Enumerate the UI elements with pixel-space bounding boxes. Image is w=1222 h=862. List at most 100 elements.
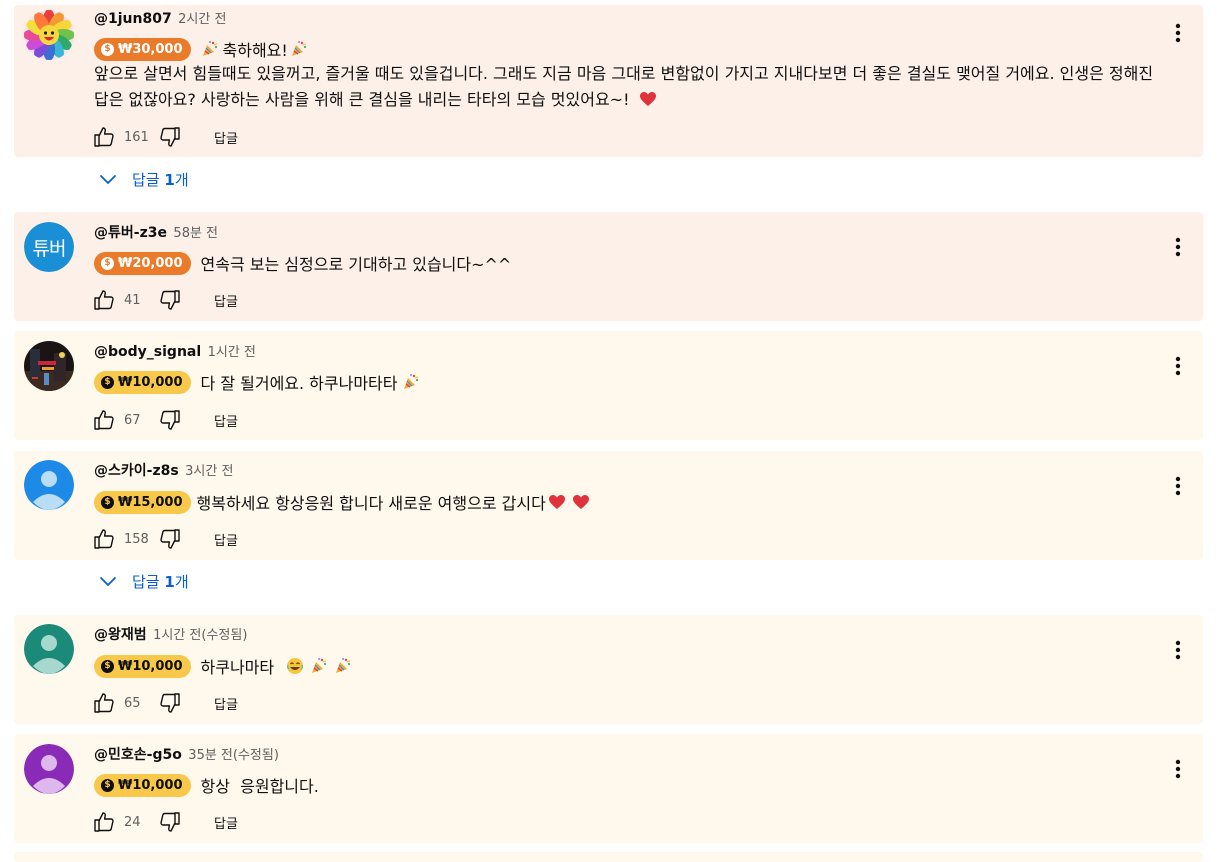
comment-header: @튜버-z3e 58분 전: [94, 224, 218, 243]
kebab-menu-icon[interactable]: [1168, 21, 1188, 45]
like-count: 161: [124, 129, 149, 145]
like-count: 65: [124, 695, 141, 711]
night-photo-avatar: [24, 341, 74, 391]
avatar[interactable]: [24, 460, 74, 510]
comment-time[interactable]: 1시간 전: [208, 345, 256, 360]
default-avatar-icon: [24, 460, 74, 510]
avatar[interactable]: [24, 341, 74, 391]
author-handle[interactable]: @왕재범: [94, 627, 147, 643]
comment-header: @body_signal 1시간 전: [94, 343, 256, 362]
like-count: 41: [124, 292, 141, 308]
comment-header: @왕재범 1시간 전(수정됨): [94, 626, 247, 645]
kebab-menu-icon[interactable]: [1168, 474, 1188, 498]
super-thanks-amount: ₩10,000: [118, 374, 183, 390]
author-handle[interactable]: @body_signal: [94, 344, 201, 360]
super-thanks-badge: $ ₩10,000: [94, 654, 191, 678]
author-handle[interactable]: @1jun807: [94, 11, 172, 27]
reply-button[interactable]: 답글: [214, 813, 238, 832]
money-heart-icon: $: [101, 778, 114, 792]
author-handle[interactable]: @민호손-g5o: [94, 747, 182, 763]
party-popper-icon: [201, 40, 219, 58]
comment-actions: 161 답글: [92, 125, 238, 149]
comment-time[interactable]: 3시간 전: [185, 464, 233, 479]
thumbs-up-icon[interactable]: [92, 125, 116, 149]
replies-suffix: 개: [174, 170, 189, 189]
default-avatar-icon: [24, 624, 74, 674]
comment-text: 행복하세요 항상응원 합니다 새로운 여행으로 갑시다: [196, 494, 546, 513]
super-thanks-amount: ₩15,000: [118, 494, 183, 510]
super-thanks-amount: ₩10,000: [118, 658, 183, 674]
party-popper-icon: [334, 657, 352, 675]
reply-button[interactable]: 답글: [214, 128, 238, 147]
comment-text: 다 잘 될거에요. 하쿠나마타타: [200, 374, 398, 393]
comment-actions: 24 답글: [92, 810, 238, 834]
avatar[interactable]: [24, 744, 74, 794]
like-count: 67: [124, 412, 141, 428]
comment-time[interactable]: 1시간 전(수정됨): [153, 628, 247, 643]
thumbs-down-icon[interactable]: [158, 691, 182, 715]
avatar[interactable]: [24, 10, 74, 60]
comment-header: @민호손-g5o 35분 전(수정됨): [94, 746, 279, 765]
replies-label: 답글 1개: [132, 571, 189, 592]
author-handle[interactable]: @스카이-z8s: [94, 463, 179, 479]
kebab-menu-icon[interactable]: [1168, 638, 1188, 662]
comment-time[interactable]: 35분 전(수정됨): [188, 748, 279, 763]
red-heart-icon: [548, 493, 566, 511]
like-count: 158: [124, 531, 149, 547]
money-heart-icon: $: [101, 495, 114, 509]
replies-suffix: 개: [174, 572, 189, 591]
thumbs-down-icon[interactable]: [158, 810, 182, 834]
thumbs-down-icon[interactable]: [158, 125, 182, 149]
avatar[interactable]: [24, 624, 74, 674]
thumbs-up-icon[interactable]: [92, 810, 116, 834]
replies-prefix: 답글: [132, 572, 165, 591]
thumbs-down-icon[interactable]: [158, 408, 182, 432]
view-replies-button[interactable]: 답글 1개: [96, 167, 189, 191]
replies-prefix: 답글: [132, 170, 165, 189]
comment-actions: 65 답글: [92, 691, 238, 715]
money-heart-icon: $: [101, 659, 114, 673]
thumbs-down-icon[interactable]: [158, 288, 182, 312]
thumbs-up-icon[interactable]: [92, 527, 116, 551]
comment-actions: 41 답글: [92, 288, 238, 312]
reply-button[interactable]: 답글: [214, 694, 238, 713]
comment-card-partial: [14, 852, 1203, 862]
money-heart-icon: $: [101, 256, 114, 270]
avatar-initials: 튜버: [24, 222, 74, 272]
comment-time[interactable]: 2시간 전: [178, 12, 226, 27]
super-thanks-line: $ ₩20,000 연속극 보는 심정으로 기대하고 있습니다~^^: [94, 251, 511, 275]
comment-text: 연속극 보는 심정으로 기대하고 있습니다~^^: [200, 255, 512, 274]
reply-button[interactable]: 답글: [214, 411, 238, 430]
super-thanks-amount: ₩30,000: [118, 41, 183, 57]
comment-body: 앞으로 살면서 힘들때도 있을꺼고, 즐거울 때도 있을겁니다. 그래도 지금 …: [94, 61, 1154, 113]
red-heart-icon: [572, 493, 590, 511]
kebab-menu-icon[interactable]: [1168, 757, 1188, 781]
thumbs-up-icon[interactable]: [92, 288, 116, 312]
super-thanks-line: $ ₩10,000 하쿠나마타: [94, 654, 352, 678]
author-handle[interactable]: @튜버-z3e: [94, 225, 167, 241]
comment-time[interactable]: 58분 전: [173, 226, 218, 241]
reply-button[interactable]: 답글: [214, 530, 238, 549]
thumbs-down-icon[interactable]: [158, 527, 182, 551]
super-thanks-amount: ₩10,000: [118, 777, 183, 793]
money-heart-icon: $: [101, 375, 114, 389]
super-thanks-line: $ ₩30,000 축하해요!: [94, 37, 308, 61]
chevron-down-icon: [96, 569, 120, 593]
replies-count: 1: [164, 170, 175, 189]
kebab-menu-icon[interactable]: [1168, 235, 1188, 259]
super-thanks-badge: $ ₩15,000: [94, 490, 191, 514]
thumbs-up-icon[interactable]: [92, 408, 116, 432]
super-thanks-line: $ ₩10,000 다 잘 될거에요. 하쿠나마타타: [94, 370, 420, 394]
thumbs-up-icon[interactable]: [92, 691, 116, 715]
comment-text: 앞으로 살면서 힘들때도 있을꺼고, 즐거울 때도 있을겁니다. 그래도 지금 …: [94, 64, 1154, 109]
reply-button[interactable]: 답글: [214, 291, 238, 310]
view-replies-button[interactable]: 답글 1개: [96, 569, 189, 593]
super-thanks-badge: $ ₩30,000: [94, 37, 191, 61]
money-heart-icon: $: [101, 42, 114, 56]
kebab-menu-icon[interactable]: [1168, 354, 1188, 378]
avatar[interactable]: 튜버: [24, 222, 74, 272]
comment-actions: 158 답글: [92, 527, 238, 551]
laughing-emoji-icon: [286, 657, 304, 675]
party-popper-icon: [290, 40, 308, 58]
super-thanks-line: $ ₩10,000 항상 응원합니다.: [94, 773, 319, 797]
